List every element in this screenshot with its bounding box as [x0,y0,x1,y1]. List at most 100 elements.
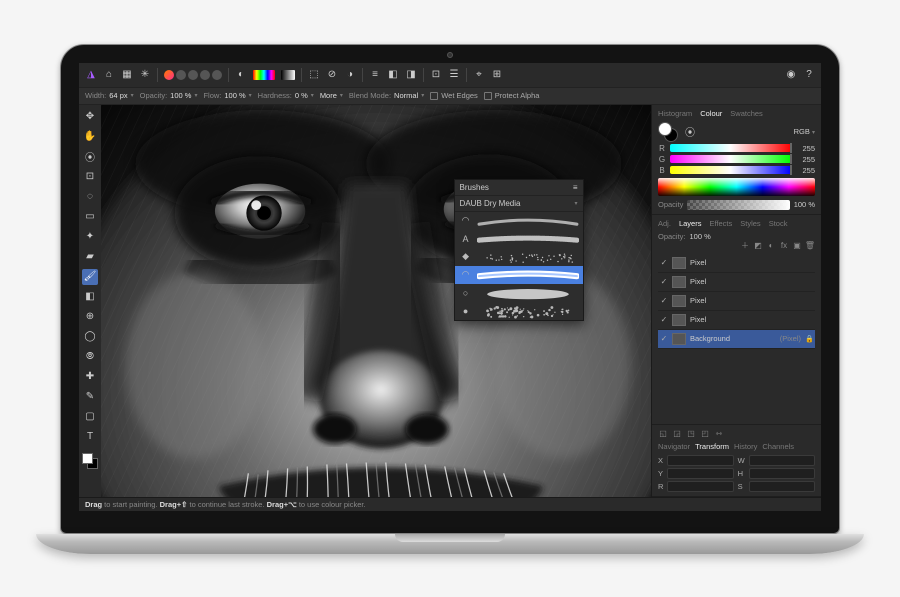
channel-g-slider[interactable]: G255 [658,155,815,164]
visibility-icon[interactable]: ✓ [660,315,668,324]
clone-tool-icon[interactable]: ⊕ [82,309,98,325]
brushes-panel-header[interactable]: Brushes ≡ [455,180,583,196]
layer-row[interactable]: ✓Pixel [658,273,815,292]
visibility-icon[interactable]: ✓ [660,277,668,286]
tab-styles[interactable]: Styles [740,219,760,228]
lock-icon[interactable]: 🔒 [805,335,813,343]
colour-wells[interactable] [658,122,678,142]
layer-row[interactable]: ✓Background(Pixel)🔒 [658,330,815,349]
shape-tool-icon[interactable]: ▢ [82,409,98,425]
lock-aspect-icon[interactable]: ⇿ [714,429,724,439]
view-tool-icon[interactable]: ✋ [82,129,98,145]
move-tool-icon[interactable]: ✥ [82,109,98,125]
transform-s-input[interactable] [749,481,815,492]
add-fx-icon[interactable]: fx [779,241,789,251]
autocontrast-icon[interactable]: ◧ [387,69,399,81]
eyedropper-icon[interactable]: ⦿ [684,126,696,138]
brush-width-field[interactable]: Width: 64 px ▾ [85,91,134,100]
develop-persona-icon[interactable] [188,70,198,80]
tab-navigator[interactable]: Navigator [658,442,690,451]
anchor-icon[interactable]: ◰ [700,429,710,439]
photo-persona-icon[interactable] [164,70,174,80]
pen-tool-icon[interactable]: ✎ [82,389,98,405]
protect-alpha-checkbox[interactable]: Protect Alpha [484,91,540,100]
add-adjust-icon[interactable]: ◐ [766,241,776,251]
brushes-panel[interactable]: Brushes ≡ DAUB Dry Media ▾ ◠A◆◠○● [454,179,584,321]
transform-h-input[interactable] [749,468,815,479]
snapping-icon[interactable]: ⊞ [491,69,503,81]
help-icon[interactable]: ? [803,69,815,81]
brush-preset[interactable]: ◠ [455,266,583,284]
autolevels-icon[interactable]: ≡ [369,69,381,81]
brush-flow-field[interactable]: Flow: 100 % ▾ [203,91,251,100]
colour-swatches[interactable] [82,453,98,469]
channel-b-slider[interactable]: B255 [658,166,815,175]
foreground-swatch[interactable] [82,453,93,464]
channel-r-slider[interactable]: R255 [658,144,815,153]
brush-category-dropdown[interactable]: DAUB Dry Media ▾ [455,196,583,212]
paint-brush-tool-icon[interactable]: 🖌 [82,269,98,285]
brush-preset[interactable]: ◆ [455,248,583,266]
anchor-icon[interactable]: ◲ [672,429,682,439]
assets-icon[interactable]: ▦ [121,69,133,81]
tab-swatches[interactable]: Swatches [730,109,763,118]
add-layer-icon[interactable]: ＋ [740,241,750,251]
invert-sel-icon[interactable]: ◑ [344,69,356,81]
text-tool-icon[interactable]: T [82,429,98,445]
app-logo-icon[interactable]: ◮ [85,69,97,81]
liquify-persona-icon[interactable] [176,70,186,80]
select-all-icon[interactable]: ⬚ [308,69,320,81]
tab-history[interactable]: History [734,442,757,451]
dodge-tool-icon[interactable]: ◯ [82,329,98,345]
layer-row[interactable]: ✓Pixel [658,311,815,330]
tab-histogram[interactable]: Histogram [658,109,692,118]
anchor-icon[interactable]: ◱ [658,429,668,439]
wet-edges-checkbox[interactable]: Wet Edges [430,91,478,100]
crop-tool-icon[interactable]: ⊡ [82,169,98,185]
export-persona-icon[interactable] [212,70,222,80]
layer-row[interactable]: ✓Pixel [658,292,815,311]
tab-colour[interactable]: Colour [700,109,722,118]
persona-switcher[interactable] [164,70,222,80]
tone-persona-icon[interactable] [200,70,210,80]
bw-preview[interactable] [281,70,295,80]
transform-w-input[interactable] [749,455,815,466]
home-icon[interactable]: ⌂ [103,69,115,81]
opacity-slider[interactable] [687,200,789,210]
gradient-tool-icon[interactable]: ▰ [82,249,98,265]
arrange-icon[interactable]: ☰ [448,69,460,81]
visibility-icon[interactable]: ✓ [660,334,668,343]
anchor-icon[interactable]: ◳ [686,429,696,439]
brush-preset[interactable]: ○ [455,284,583,302]
tab-transform[interactable]: Transform [695,442,729,451]
brush-hardness-field[interactable]: Hardness: 0 % ▾ [258,91,314,100]
spectrum-picker[interactable] [658,178,815,196]
transform-y-input[interactable] [667,468,733,479]
hue-preview[interactable] [253,70,275,80]
tab-channels[interactable]: Channels [762,442,794,451]
group-icon[interactable]: ▣ [792,241,802,251]
flood-select-icon[interactable]: ✦ [82,229,98,245]
delete-layer-icon[interactable]: 🗑 [805,241,815,251]
primary-colour-well[interactable] [658,122,672,136]
panel-menu-icon[interactable]: ≡ [573,183,578,192]
settings-icon[interactable]: ✳︎ [139,69,151,81]
autocolor-icon[interactable]: ◨ [405,69,417,81]
colour-mode-dropdown[interactable]: RGB ▾ [794,127,815,136]
account-icon[interactable]: ◉ [785,69,797,81]
tab-adjustments[interactable]: Adj. [658,219,671,228]
tab-effects[interactable]: Effects [709,219,732,228]
visibility-icon[interactable]: ✓ [660,296,668,305]
erase-tool-icon[interactable]: ◧ [82,289,98,305]
blend-mode-dropdown[interactable]: Blend Mode: Normal ▾ [349,91,424,100]
tab-stock[interactable]: Stock [769,219,788,228]
visibility-icon[interactable]: ✓ [660,258,668,267]
brush-preset[interactable]: ◠ [455,212,583,230]
deselect-icon[interactable]: ⊘ [326,69,338,81]
tab-layers[interactable]: Layers [679,219,702,228]
crop-mode-icon[interactable]: ⊡ [430,69,442,81]
brush-preset[interactable]: A [455,230,583,248]
colour-picker-tool-icon[interactable]: ⦿ [82,149,98,165]
brush-opacity-field[interactable]: Opacity: 100 % ▾ [140,91,198,100]
healing-tool-icon[interactable]: ✚ [82,369,98,385]
